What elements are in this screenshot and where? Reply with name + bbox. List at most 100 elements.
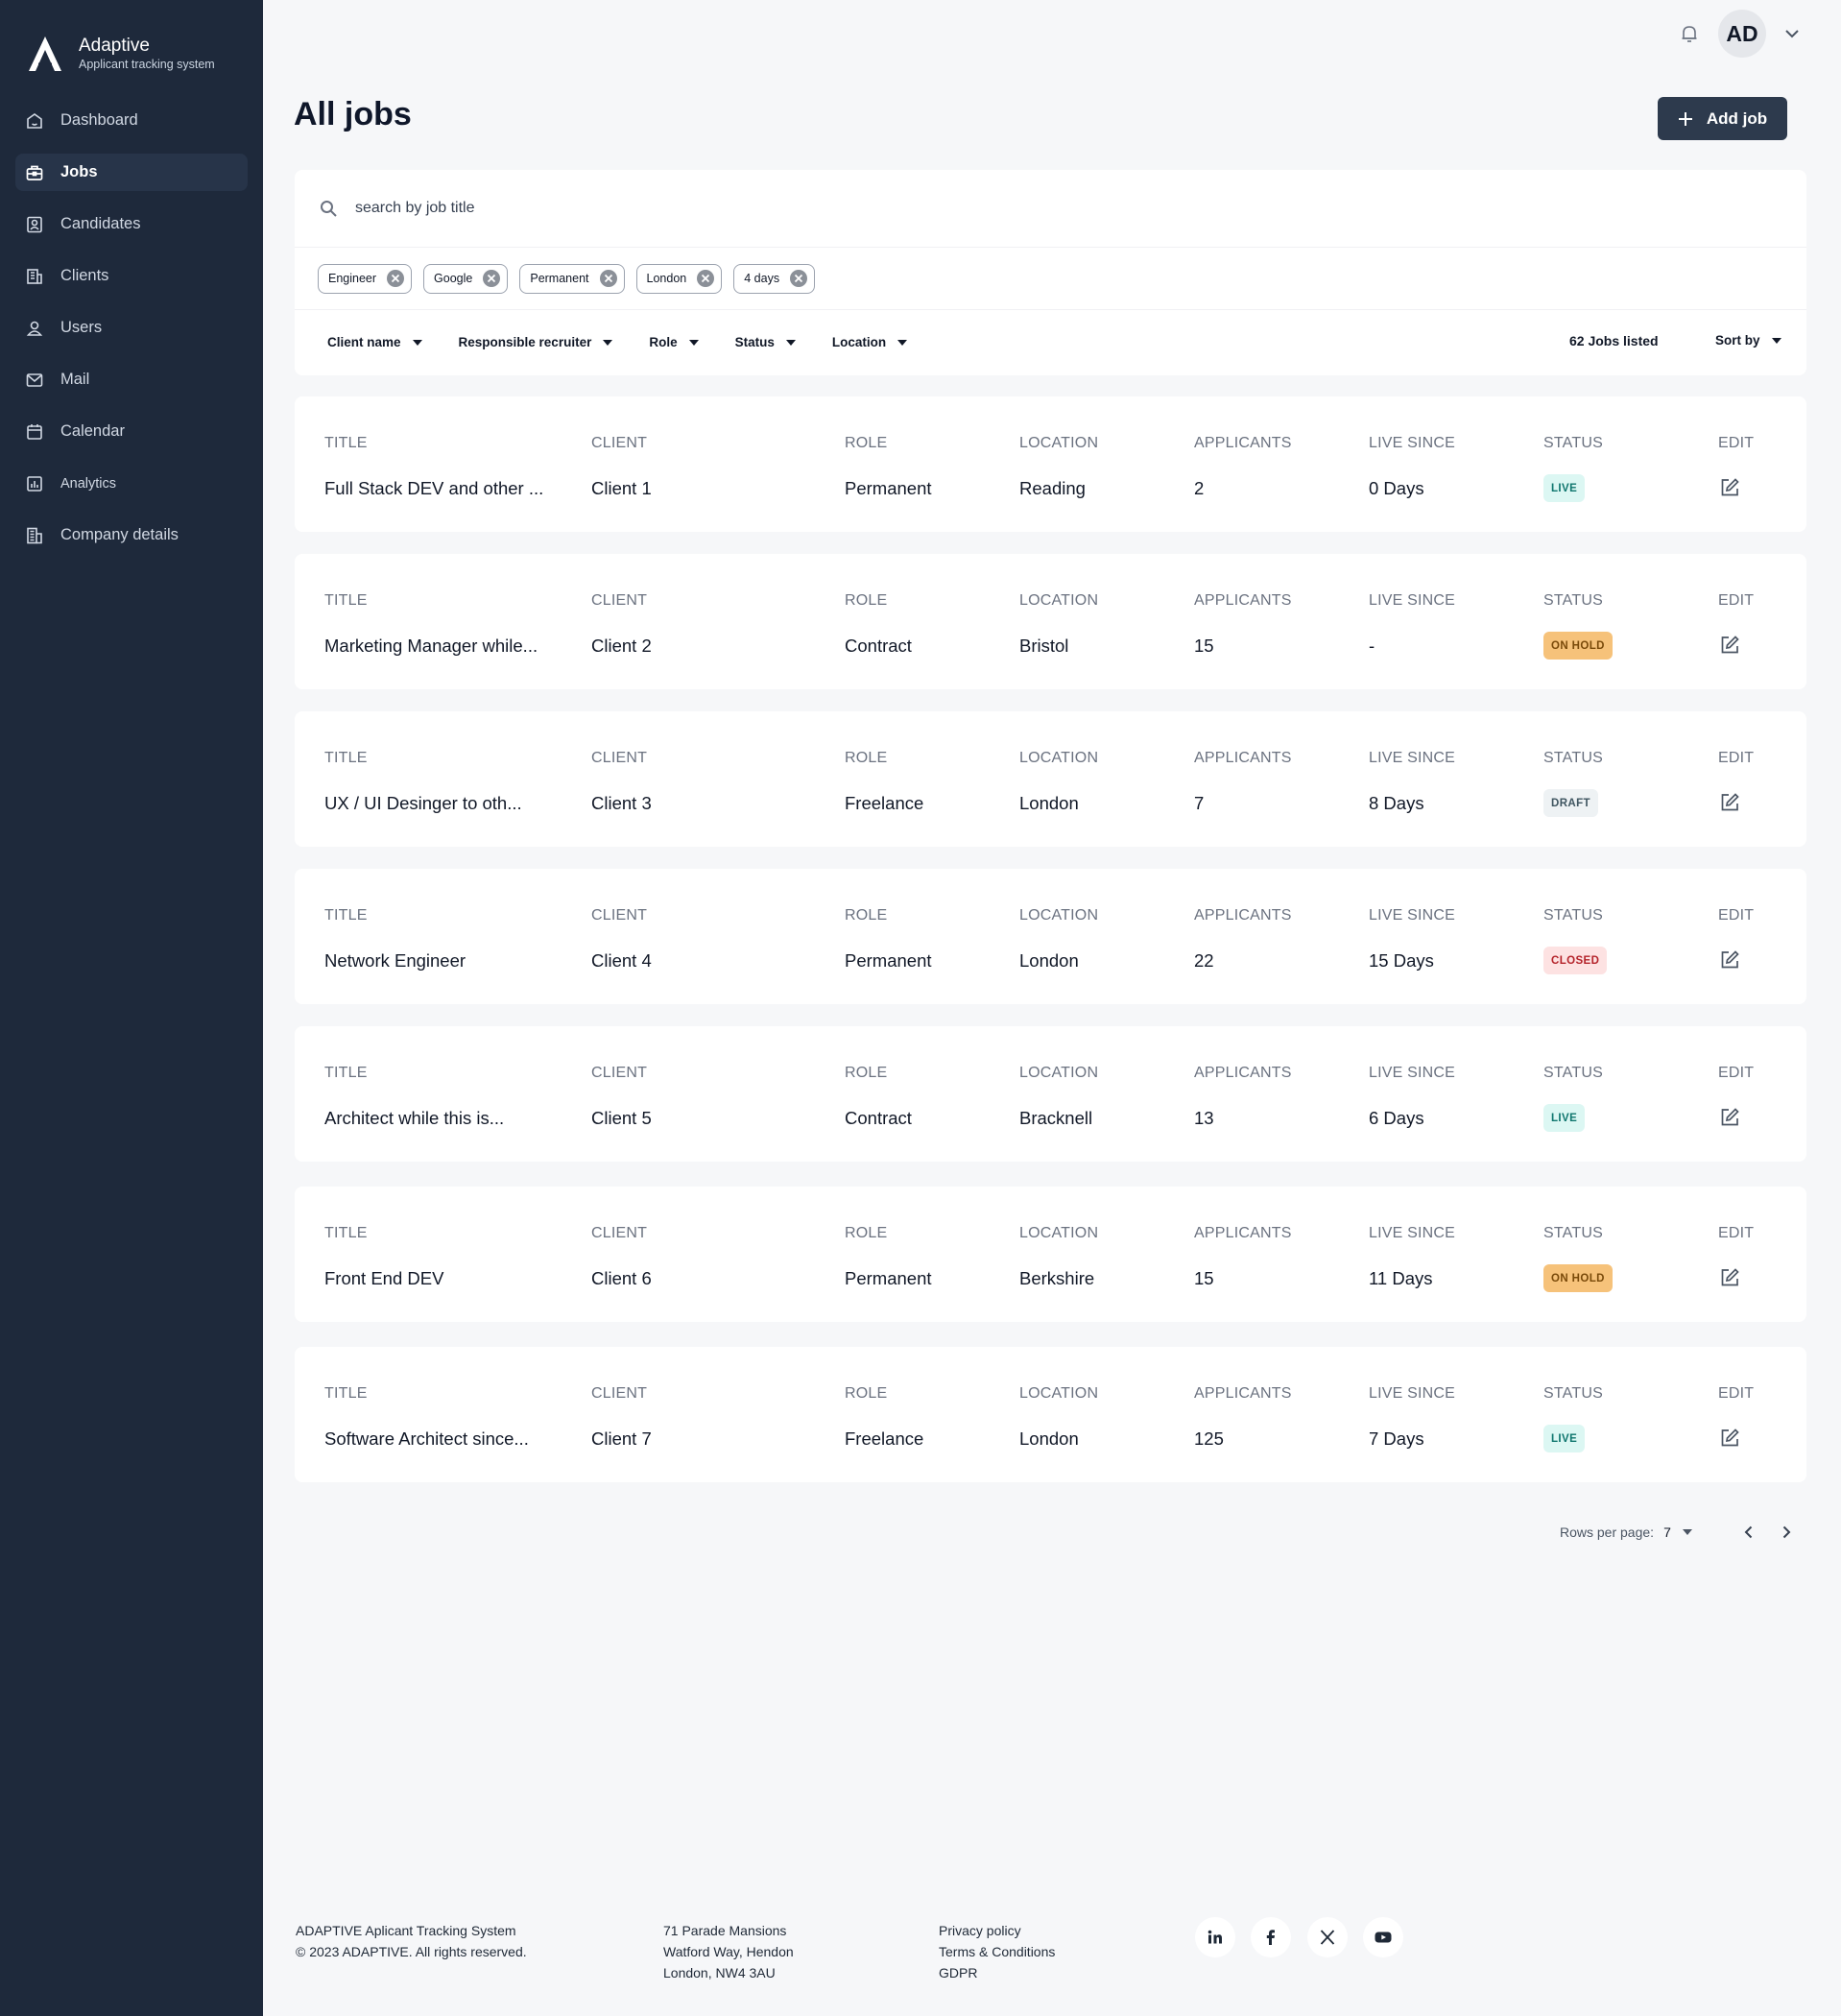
dropdown-label: Status bbox=[734, 335, 775, 349]
edit-icon[interactable] bbox=[1719, 1428, 1740, 1449]
sidebar-item-label: Analytics bbox=[60, 475, 117, 492]
bell-icon[interactable] bbox=[1678, 22, 1701, 45]
brand-name: Adaptive bbox=[79, 36, 150, 56]
table-row[interactable]: TITLE CLIENT ROLE LOCATION APPLICANTS LI… bbox=[295, 1187, 1806, 1322]
sidebar-item-calendar[interactable]: Calendar bbox=[15, 413, 248, 450]
sidebar-item-dashboard[interactable]: Dashboard bbox=[15, 102, 248, 139]
table-row[interactable]: TITLE CLIENT ROLE LOCATION APPLICANTS LI… bbox=[295, 396, 1806, 532]
sidebar-item-company-details[interactable]: Company details bbox=[15, 516, 248, 554]
job-applicants: 7 bbox=[1194, 793, 1205, 813]
previous-page-icon[interactable] bbox=[1739, 1523, 1758, 1542]
remove-chip-icon[interactable] bbox=[482, 269, 501, 288]
briefcase-icon bbox=[25, 163, 44, 182]
status-badge: LIVE bbox=[1543, 1104, 1586, 1132]
sort-by-dropdown[interactable]: Sort by bbox=[1715, 333, 1781, 348]
job-title[interactable]: Marketing Manager while... bbox=[324, 636, 538, 657]
table-row[interactable]: TITLE CLIENT ROLE LOCATION APPLICANTS LI… bbox=[295, 711, 1806, 847]
filter-chip[interactable]: Permanent bbox=[519, 263, 625, 294]
responsible-recruiter-dropdown[interactable]: Responsible recruiter bbox=[459, 335, 613, 349]
next-page-icon[interactable] bbox=[1777, 1523, 1796, 1542]
job-client: Client 3 bbox=[591, 793, 652, 813]
remove-chip-icon[interactable] bbox=[696, 269, 715, 288]
terms-link[interactable]: Terms & Conditions bbox=[939, 1941, 1055, 1962]
client-name-dropdown[interactable]: Client name bbox=[327, 335, 422, 349]
edit-icon[interactable] bbox=[1719, 1267, 1740, 1288]
edit-icon[interactable] bbox=[1719, 949, 1740, 971]
rows-per-page[interactable]: Rows per page: 7 bbox=[1560, 1524, 1692, 1540]
facebook-button[interactable] bbox=[1251, 1917, 1291, 1957]
sidebar-item-clients[interactable]: Clients bbox=[15, 257, 248, 295]
remove-chip-icon[interactable] bbox=[789, 269, 808, 288]
job-title[interactable]: Network Engineer bbox=[324, 950, 466, 972]
col-header-title: TITLE bbox=[324, 592, 368, 609]
sidebar-item-users[interactable]: Users bbox=[15, 309, 248, 347]
col-header-title: TITLE bbox=[324, 1225, 368, 1241]
sidebar-item-jobs[interactable]: Jobs bbox=[15, 154, 248, 191]
chip-label: London bbox=[646, 272, 687, 285]
job-title[interactable]: Architect while this is... bbox=[324, 1108, 504, 1129]
table-row[interactable]: TITLE CLIENT ROLE LOCATION APPLICANTS LI… bbox=[295, 1347, 1806, 1482]
linkedin-button[interactable] bbox=[1195, 1917, 1235, 1957]
job-applicants: 22 bbox=[1194, 950, 1214, 971]
filter-chip[interactable]: 4 days bbox=[733, 263, 816, 294]
role-dropdown[interactable]: Role bbox=[649, 335, 699, 349]
edit-icon[interactable] bbox=[1719, 792, 1740, 813]
sidebar: Adaptive Applicant tracking system Dashb… bbox=[0, 0, 263, 2016]
chevron-down-icon[interactable] bbox=[1781, 23, 1803, 44]
remove-chip-icon[interactable] bbox=[386, 269, 405, 288]
col-header-title: TITLE bbox=[324, 1065, 368, 1081]
col-header-edit: EDIT bbox=[1718, 592, 1755, 609]
table-row[interactable]: TITLE CLIENT ROLE LOCATION APPLICANTS LI… bbox=[295, 554, 1806, 689]
col-header-live-since: LIVE SINCE bbox=[1369, 435, 1456, 451]
filter-chip[interactable]: Google bbox=[423, 263, 509, 294]
brand[interactable]: Adaptive Applicant tracking system bbox=[27, 35, 215, 73]
edit-icon[interactable] bbox=[1719, 477, 1740, 498]
job-title[interactable]: Software Architect since... bbox=[324, 1428, 529, 1450]
job-live-since: 15 Days bbox=[1369, 950, 1434, 971]
search-bar bbox=[295, 170, 1806, 248]
search-input[interactable] bbox=[355, 200, 1123, 217]
youtube-button[interactable] bbox=[1363, 1917, 1403, 1957]
sidebar-item-analytics[interactable]: Analytics bbox=[15, 465, 248, 502]
col-header-live-since: LIVE SINCE bbox=[1369, 750, 1456, 766]
rows-per-page-value[interactable]: 7 bbox=[1663, 1524, 1671, 1540]
sidebar-item-mail[interactable]: Mail bbox=[15, 361, 248, 398]
x-button[interactable] bbox=[1307, 1917, 1348, 1957]
add-job-button[interactable]: Add job bbox=[1658, 97, 1787, 140]
filter-chip[interactable]: London bbox=[635, 263, 723, 294]
job-client: Client 2 bbox=[591, 636, 652, 656]
status-badge: LIVE bbox=[1543, 1425, 1586, 1452]
col-header-edit: EDIT bbox=[1718, 750, 1755, 766]
gdpr-link[interactable]: GDPR bbox=[939, 1962, 1055, 1983]
location-dropdown[interactable]: Location bbox=[831, 335, 908, 349]
sort-label: Sort by bbox=[1715, 333, 1760, 348]
job-title[interactable]: Front End DEV bbox=[324, 1268, 443, 1289]
status-dropdown[interactable]: Status bbox=[735, 335, 796, 349]
col-header-location: LOCATION bbox=[1019, 1225, 1099, 1241]
remove-chip-icon[interactable] bbox=[599, 269, 618, 288]
col-header-role: ROLE bbox=[845, 435, 888, 451]
privacy-policy-link[interactable]: Privacy policy bbox=[939, 1920, 1055, 1941]
chip-label: Engineer bbox=[328, 272, 377, 285]
table-row[interactable]: TITLE CLIENT ROLE LOCATION APPLICANTS LI… bbox=[295, 869, 1806, 1004]
job-live-since: - bbox=[1369, 636, 1375, 656]
job-client: Client 6 bbox=[591, 1268, 652, 1288]
adaptive-logo-icon bbox=[29, 36, 61, 71]
edit-icon[interactable] bbox=[1719, 635, 1740, 656]
table-row[interactable]: TITLE CLIENT ROLE LOCATION APPLICANTS LI… bbox=[295, 1026, 1806, 1162]
filter-chip[interactable]: Engineer bbox=[318, 263, 413, 294]
col-header-location: LOCATION bbox=[1019, 435, 1099, 451]
job-client: Client 7 bbox=[591, 1428, 652, 1449]
status-badge: DRAFT bbox=[1543, 789, 1598, 817]
sidebar-item-candidates[interactable]: Candidates bbox=[15, 205, 248, 243]
dropdown-label: Location bbox=[831, 335, 887, 349]
job-title[interactable]: UX / UI Desinger to oth... bbox=[324, 793, 522, 814]
footer-links: Privacy policy Terms & Conditions GDPR bbox=[939, 1920, 1055, 1983]
job-applicants: 2 bbox=[1194, 478, 1205, 498]
edit-icon[interactable] bbox=[1719, 1107, 1740, 1128]
col-header-edit: EDIT bbox=[1718, 1065, 1755, 1081]
col-header-edit: EDIT bbox=[1718, 435, 1755, 451]
job-title[interactable]: Full Stack DEV and other ... bbox=[324, 478, 543, 499]
avatar[interactable]: AD bbox=[1718, 10, 1766, 58]
building-icon bbox=[25, 526, 44, 545]
